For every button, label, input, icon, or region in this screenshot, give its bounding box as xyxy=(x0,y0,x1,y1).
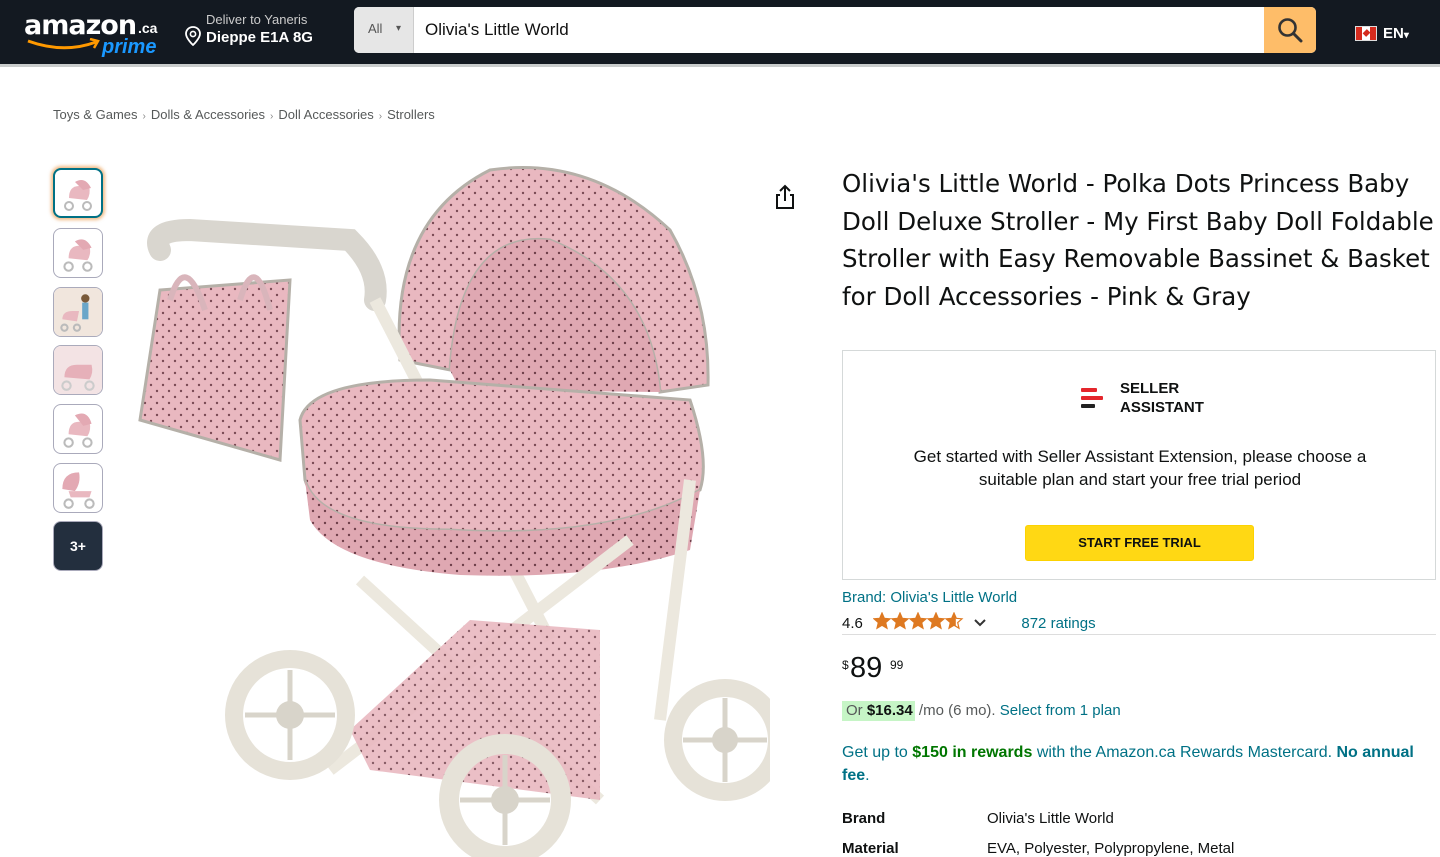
breadcrumb-item[interactable]: Toys & Games xyxy=(53,107,138,122)
chevron-down-icon: ▾ xyxy=(396,23,402,34)
star-icon xyxy=(872,611,892,630)
deliver-to[interactable]: Deliver to Yaneris Dieppe E1A 8G xyxy=(184,10,334,54)
search-category-label: All xyxy=(368,21,383,36)
thumbnail-image[interactable] xyxy=(53,168,103,218)
rewards-amount: $150 in rewards xyxy=(912,744,1033,761)
thumbnail-image[interactable] xyxy=(53,287,103,337)
seller-assistant-panel: SELLER ASSISTANT Get started with Seller… xyxy=(842,350,1436,580)
language-label: EN▾ xyxy=(1383,25,1409,42)
share-button[interactable] xyxy=(772,183,798,216)
star-icon xyxy=(890,611,910,630)
share-icon xyxy=(776,184,794,209)
breadcrumb-separator: › xyxy=(378,111,383,122)
product-title: Olivia's Little World - Polka Dots Princ… xyxy=(842,169,1434,311)
seller-assistant-logo-icon xyxy=(1073,379,1111,417)
search-input[interactable] xyxy=(416,7,1264,53)
product-image[interactable] xyxy=(130,160,786,857)
deliver-line2: Dieppe E1A 8G xyxy=(206,29,313,46)
brand-link[interactable]: Brand: Olivia's Little World xyxy=(842,589,1017,606)
star-icon xyxy=(944,611,964,630)
star-icon xyxy=(908,611,928,630)
seller-assistant-name: SELLER ASSISTANT xyxy=(1120,380,1204,416)
thumbnail-image[interactable] xyxy=(53,228,103,278)
rating-row: 4.6 872 ratings xyxy=(842,611,1096,634)
amazon-logo[interactable]: amazon .ca prime xyxy=(24,10,164,58)
chevron-down-icon[interactable] xyxy=(973,615,991,632)
smile-arrow-icon xyxy=(27,38,100,50)
breadcrumb-item[interactable]: Strollers xyxy=(387,107,435,122)
price-whole: 89 xyxy=(850,652,883,684)
canada-flag-icon xyxy=(1355,26,1377,41)
language-selector[interactable]: EN▾ xyxy=(1355,24,1425,44)
breadcrumb-separator: › xyxy=(142,111,146,122)
breadcrumb-item[interactable]: Doll Accessories xyxy=(278,107,373,122)
logo-tld: .ca xyxy=(138,20,158,36)
spec-key: Material xyxy=(842,840,899,857)
spec-key: Brand xyxy=(842,810,886,827)
breadcrumb: Toys & Games › Dolls & Accessories › Doll Ac… xyxy=(53,107,435,122)
search-bar: All ▾ xyxy=(354,7,1316,53)
thumbnail-image[interactable] xyxy=(53,345,103,395)
star-rating[interactable] xyxy=(872,611,965,634)
breadcrumb-separator: › xyxy=(270,111,274,122)
seller-assistant-message: Get started with Seller Assistant Extens… xyxy=(913,447,1367,489)
more-images-button[interactable]: 3+ xyxy=(53,521,103,571)
breadcrumb-item[interactable]: Dolls & Accessories xyxy=(151,107,265,122)
monthly-highlight: Or $16.34 xyxy=(842,701,915,721)
rewards-promo[interactable]: Get up to $150 in rewards with the Amazo… xyxy=(842,741,1432,787)
rating-value: 4.6 xyxy=(842,615,863,632)
search-icon xyxy=(1278,18,1303,43)
monthly-amount: $16.34 xyxy=(866,702,913,719)
ratings-count-link[interactable]: 872 ratings xyxy=(1021,615,1095,632)
monthly-payment: Or $16.34 /mo (6 mo). Select from 1 plan xyxy=(842,701,1121,721)
search-button[interactable] xyxy=(1264,7,1316,53)
select-plan-link[interactable]: Select from 1 plan xyxy=(1000,702,1121,719)
logo-prime: prime xyxy=(102,36,157,58)
price-symbol: $ xyxy=(842,658,849,672)
section-divider xyxy=(842,634,1436,635)
location-pin-icon xyxy=(185,26,201,46)
thumbnail-image[interactable] xyxy=(53,404,103,454)
monthly-suffix: /mo (6 mo). xyxy=(918,702,996,719)
top-nav: amazon .ca prime Deliver to Yaneris Diep… xyxy=(0,0,1440,64)
thumbnail-image[interactable] xyxy=(53,463,103,513)
price-fraction: 99 xyxy=(890,658,904,672)
spec-value: Olivia's Little World xyxy=(987,810,1114,827)
nav-divider xyxy=(0,64,1440,67)
start-free-trial-button[interactable]: START FREE TRIAL xyxy=(1025,525,1254,561)
deliver-line1: Deliver to Yaneris xyxy=(206,12,308,27)
spec-value: EVA, Polyester, Polypropylene, Metal xyxy=(987,840,1235,857)
search-category-dropdown[interactable]: All ▾ xyxy=(354,7,414,53)
star-icon xyxy=(926,611,946,630)
